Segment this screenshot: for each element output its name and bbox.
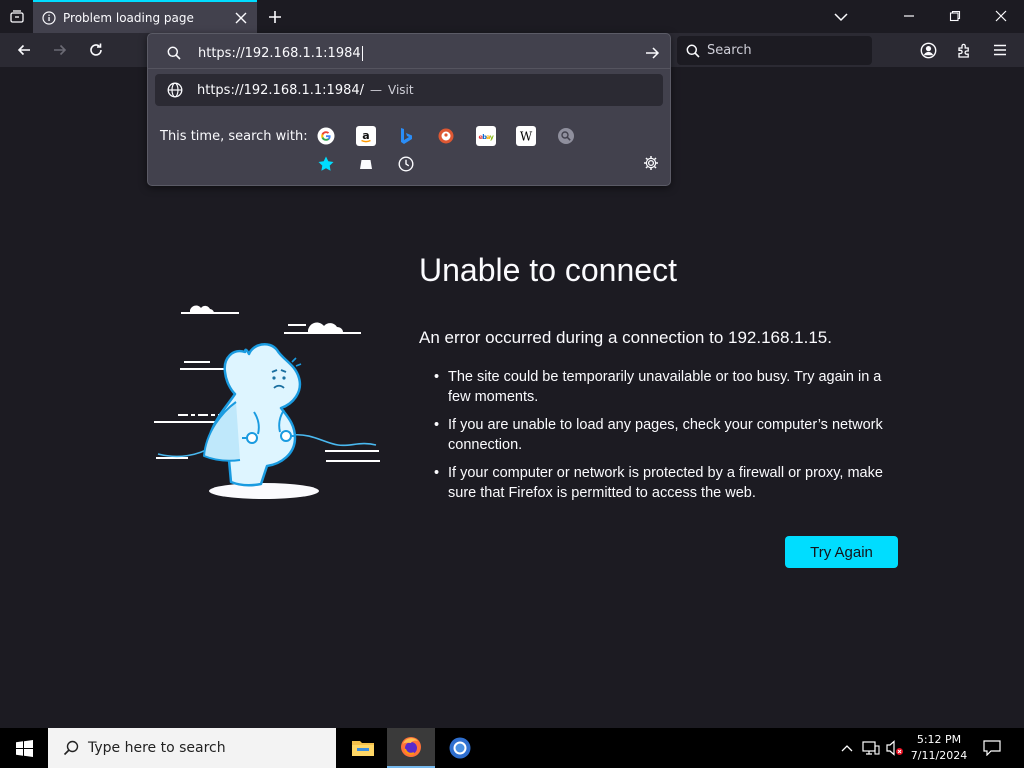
globe-icon [167, 82, 183, 98]
clock-time: 5:12 PM [916, 733, 962, 746]
account-icon[interactable] [916, 39, 940, 61]
url-suggestion-row[interactable]: https://192.168.1.1:1984/ — Visit [155, 74, 663, 106]
search-box[interactable]: Search [677, 36, 872, 65]
search-icon [166, 45, 182, 61]
history-clock-icon[interactable] [396, 154, 416, 174]
search-icon [62, 739, 80, 757]
go-arrow-icon[interactable] [644, 45, 660, 61]
list-item: If you are unable to load any pages, che… [434, 415, 904, 455]
firefox-taskbar-icon[interactable] [387, 728, 435, 768]
restore-icon[interactable] [942, 4, 968, 28]
taskbar-search-input[interactable]: Type here to search [48, 728, 336, 768]
amazon-icon[interactable]: a [356, 126, 376, 146]
info-icon [41, 10, 57, 26]
tab-title: Problem loading page [63, 10, 194, 25]
suggestion-url: https://192.168.1.1:1984/ [197, 82, 365, 98]
gear-icon[interactable] [642, 154, 660, 172]
new-tab-icon[interactable] [264, 6, 286, 28]
suggestion-action: Visit [388, 83, 414, 97]
list-item: If your computer or network is protected… [434, 463, 904, 503]
notifications-icon[interactable] [978, 728, 1006, 768]
system-clock[interactable]: 5:12 PM 7/11/2024 [906, 732, 972, 764]
urlbar-dropdown: https://192.168.1.1:1984 https://192.168… [147, 33, 671, 186]
network-icon[interactable] [860, 728, 882, 768]
list-item: The site could be temporarily unavailabl… [434, 367, 904, 407]
menu-icon[interactable] [988, 39, 1012, 61]
url-value[interactable]: https://192.168.1.1:1984 [198, 45, 363, 61]
taskbar-search-placeholder: Type here to search [88, 740, 226, 756]
urlbar-separator [148, 68, 670, 69]
tab-list-icon[interactable] [6, 6, 28, 28]
extensions-icon[interactable] [952, 39, 976, 61]
error-illustration [150, 292, 395, 504]
back-icon[interactable] [12, 39, 36, 61]
minimize-icon[interactable] [896, 4, 922, 28]
duckduckgo-icon[interactable] [436, 126, 456, 146]
window-close-icon[interactable] [988, 4, 1014, 28]
suggestion-dash: — [370, 83, 383, 97]
svg-text:y: y [490, 133, 495, 141]
page-title: Unable to connect [419, 252, 677, 288]
volume-muted-icon[interactable] [884, 728, 906, 768]
svg-text:a: a [362, 129, 369, 142]
close-tab-icon[interactable] [233, 10, 249, 26]
bookmarks-star-icon[interactable] [316, 154, 336, 174]
search-with-label: This time, search with: [160, 129, 308, 144]
file-explorer-icon[interactable] [339, 728, 387, 768]
clock-date: 7/11/2024 [910, 749, 968, 762]
taskbar: Type here to search 5:12 PM 7/11/2024 [0, 728, 1024, 768]
google-icon[interactable] [316, 126, 336, 146]
url-input[interactable]: https://192.168.1.1:1984 [156, 38, 662, 68]
wikipedia-icon[interactable]: W [516, 126, 536, 146]
ebay-icon[interactable]: ebay [476, 126, 496, 146]
svg-text:W: W [520, 130, 533, 144]
search-icon [685, 43, 701, 59]
tabs-icon[interactable] [356, 154, 376, 174]
chevron-down-icon[interactable] [830, 6, 852, 28]
bing-icon[interactable] [396, 126, 416, 146]
search-box-placeholder: Search [707, 43, 752, 58]
error-subtitle: An error occurred during a connection to… [419, 328, 832, 347]
browser-taskbar-icon[interactable] [436, 728, 484, 768]
windows-start-icon[interactable] [0, 728, 48, 768]
forward-icon[interactable] [48, 39, 72, 61]
tab-bar: Problem loading page [0, 0, 1024, 33]
error-tips-list: The site could be temporarily unavailabl… [434, 367, 904, 511]
search-engine-icon[interactable] [556, 126, 576, 146]
chevron-up-icon[interactable] [836, 728, 858, 768]
try-again-button[interactable]: Try Again [785, 536, 898, 568]
tab-active[interactable]: Problem loading page [33, 0, 257, 33]
reload-icon[interactable] [84, 39, 108, 61]
